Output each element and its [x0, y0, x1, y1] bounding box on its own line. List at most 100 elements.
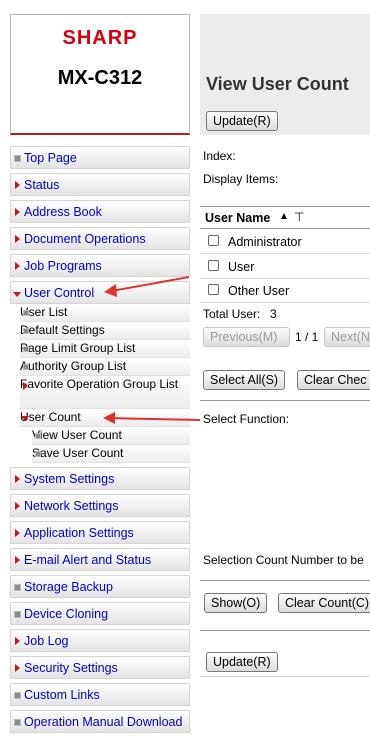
nav-label[interactable]: Address Book — [24, 205, 102, 219]
square-bullet-icon — [23, 364, 29, 370]
expand-arrow-icon — [15, 664, 20, 672]
nav-label[interactable]: Application Settings — [24, 526, 134, 540]
expand-arrow-icon — [15, 262, 20, 270]
sidebar: SHARP MX-C312 Top Page Status Address Bo… — [0, 0, 200, 749]
nav-job-log[interactable]: Job Log — [10, 629, 190, 652]
nav-label[interactable]: E-mail Alert and Status — [24, 553, 151, 567]
nav-user-list[interactable]: User List — [20, 305, 190, 322]
nav-label[interactable]: User Count — [20, 410, 81, 424]
nav-label[interactable]: View User Count — [32, 428, 122, 442]
square-bullet-icon — [14, 719, 21, 726]
nav-user-control[interactable]: User Control — [10, 281, 190, 304]
nav-label[interactable]: Custom Links — [24, 688, 100, 702]
square-bullet-icon — [23, 328, 29, 334]
nav-label[interactable]: Security Settings — [24, 661, 118, 675]
nav-label[interactable]: Default Settings — [20, 323, 105, 337]
nav-label[interactable]: Favorite Operation Group List — [20, 377, 178, 391]
user-row-label: Other User — [228, 284, 290, 298]
nav-default-settings[interactable]: Default Settings — [20, 323, 190, 340]
nav-label[interactable]: Page Limit Group List — [20, 341, 135, 355]
expand-arrow-icon — [15, 556, 20, 564]
divider — [200, 630, 370, 631]
clear-count-button[interactable]: Clear Count(C) — [278, 593, 370, 613]
square-bullet-icon — [23, 346, 29, 352]
nav-operation-manual-download[interactable]: Operation Manual Download — [10, 710, 190, 733]
nav-label[interactable]: Network Settings — [24, 499, 118, 513]
update-bottom-button[interactable]: Update(R) — [206, 652, 278, 672]
page-title: View User Count — [206, 74, 349, 94]
nav-status[interactable]: Status — [10, 173, 190, 196]
main-content: View User Count Update(R) Index: Display… — [200, 0, 370, 749]
display-items-label: Display Items: — [203, 172, 279, 186]
nav-label[interactable]: Status — [24, 178, 59, 192]
divider — [200, 676, 370, 677]
filter-icon[interactable]: ⊤ — [294, 210, 304, 224]
nav-label[interactable]: Device Cloning — [24, 607, 108, 621]
user-checkbox[interactable] — [208, 284, 219, 295]
total-user-value: 3 — [270, 307, 277, 321]
nav-document-operations[interactable]: Document Operations — [10, 227, 190, 250]
divider — [200, 302, 370, 303]
nav-favorite-operation-group-list[interactable]: Favorite Operation Group List — [20, 377, 190, 409]
expand-arrow-icon — [23, 382, 28, 390]
collapse-arrow-icon — [21, 416, 29, 421]
sharp-logo: SHARP — [62, 27, 138, 49]
divider — [200, 278, 370, 279]
nav-label[interactable]: User Control — [24, 286, 94, 300]
nav-label[interactable]: System Settings — [24, 472, 114, 486]
nav-label[interactable]: Job Programs — [24, 259, 102, 273]
nav-storage-backup[interactable]: Storage Backup — [10, 575, 190, 598]
expand-arrow-icon — [15, 181, 20, 189]
user-checkbox[interactable] — [208, 260, 219, 271]
nav-label[interactable]: Operation Manual Download — [24, 715, 182, 729]
nav-label[interactable]: Authority Group List — [20, 359, 126, 373]
nav-save-user-count[interactable]: Save User Count — [32, 446, 190, 463]
nav-label[interactable]: Job Log — [24, 634, 68, 648]
user-name-column-header: User Name — [205, 211, 271, 225]
divider — [200, 400, 370, 401]
nav-custom-links[interactable]: Custom Links — [10, 683, 190, 706]
show-button[interactable]: Show(O) — [204, 593, 268, 613]
nav-application-settings[interactable]: Application Settings — [10, 521, 190, 544]
divider — [200, 228, 370, 229]
expand-arrow-icon — [15, 637, 20, 645]
select-all-button[interactable]: Select All(S) — [203, 370, 286, 390]
nav-device-cloning[interactable]: Device Cloning — [10, 602, 190, 625]
nav-job-programs[interactable]: Job Programs — [10, 254, 190, 277]
divider — [200, 206, 370, 207]
nav-label[interactable]: Save User Count — [32, 446, 123, 460]
square-bullet-icon — [23, 310, 29, 316]
nav-top-page[interactable]: Top Page — [10, 146, 190, 169]
user-row-label: Administrator — [228, 235, 302, 249]
nav-authority-group-list[interactable]: Authority Group List — [20, 359, 190, 376]
nav-page-limit-group-list[interactable]: Page Limit Group List — [20, 341, 190, 358]
nav-user-count[interactable]: User Count — [20, 410, 190, 427]
nav-email-alert-status[interactable]: E-mail Alert and Status — [10, 548, 190, 571]
nav-label[interactable]: Top Page — [24, 151, 77, 165]
nav-address-book[interactable]: Address Book — [10, 200, 190, 223]
update-button[interactable]: Update(R) — [206, 111, 278, 131]
nav-label[interactable]: Storage Backup — [24, 580, 113, 594]
user-row-label: User — [228, 260, 255, 274]
model-name: MX-C312 — [57, 67, 143, 89]
sort-ascending-icon[interactable]: ▲ — [279, 211, 289, 222]
expand-arrow-icon — [15, 502, 20, 510]
nav-network-settings[interactable]: Network Settings — [10, 494, 190, 517]
divider — [200, 253, 370, 254]
selection-count-label: Selection Count Number to be — [203, 553, 364, 567]
previous-button[interactable]: Previous(M) — [203, 327, 290, 347]
square-bullet-icon — [14, 584, 21, 591]
nav-label[interactable]: Document Operations — [24, 232, 146, 246]
page-indicator: 1 / 1 — [295, 330, 319, 344]
next-button[interactable]: Next(N — [324, 327, 370, 347]
expand-arrow-icon — [15, 235, 20, 243]
select-function-label: Select Function: — [203, 412, 290, 426]
nav-system-settings[interactable]: System Settings — [10, 467, 190, 490]
logo-panel: SHARP MX-C312 — [10, 14, 190, 135]
clear-check-button[interactable]: Clear Chec — [297, 370, 370, 390]
user-checkbox[interactable] — [208, 235, 219, 246]
index-label: Index: — [203, 149, 236, 163]
square-bullet-icon — [35, 433, 41, 439]
nav-view-user-count[interactable]: View User Count — [32, 428, 190, 445]
nav-security-settings[interactable]: Security Settings — [10, 656, 190, 679]
